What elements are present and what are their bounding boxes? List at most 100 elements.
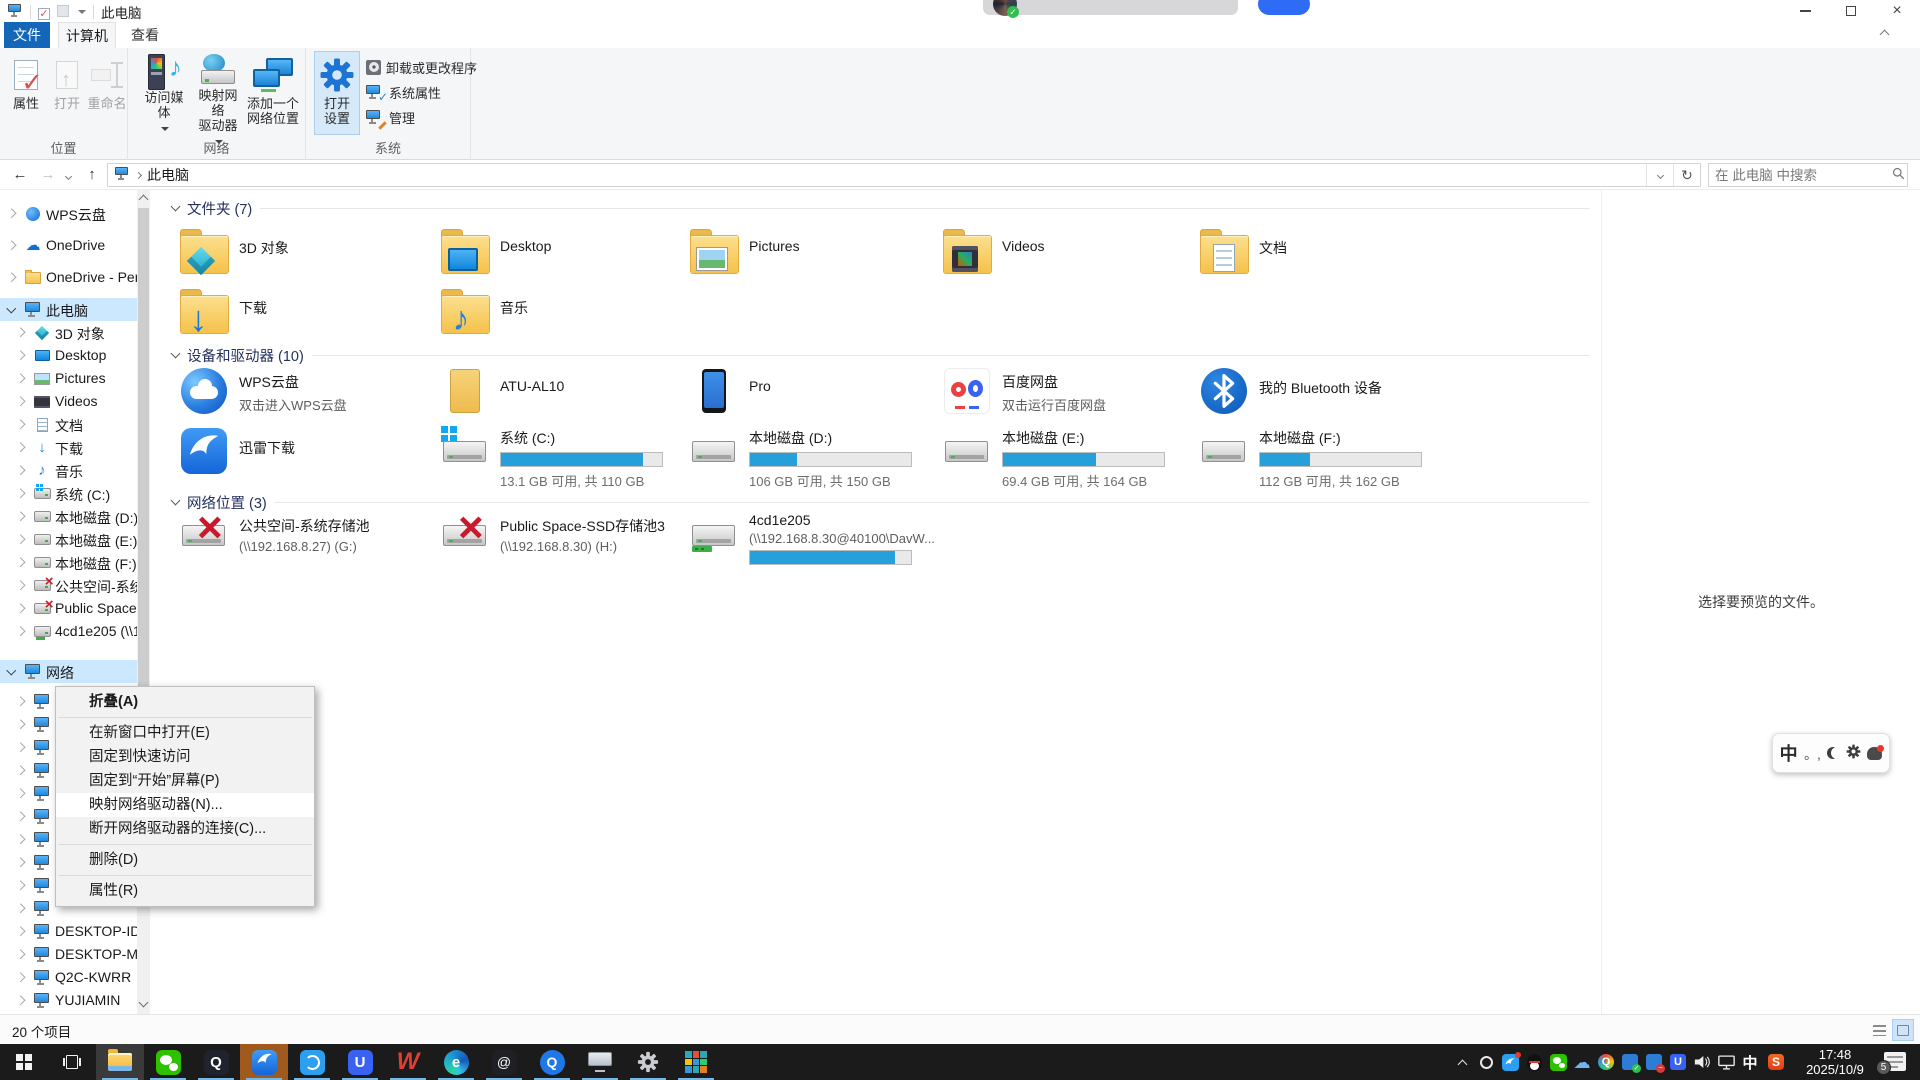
file-tile[interactable]: Pictures xyxy=(689,228,941,282)
context-menu-item[interactable]: 映射网络驱动器(N)... xyxy=(56,793,314,817)
chevron-right-icon[interactable] xyxy=(16,420,25,429)
chevron-right-icon[interactable] xyxy=(16,581,25,590)
scroll-down-icon[interactable] xyxy=(139,998,149,1008)
chevron-right-icon[interactable] xyxy=(16,466,25,475)
tree-item[interactable]: ♪ 音乐 xyxy=(0,459,137,482)
tab-file[interactable]: 文件 xyxy=(4,22,50,48)
tray-sync-ok[interactable]: ✓ xyxy=(1618,1044,1642,1080)
ribbon-small-button-manage[interactable]: 管理 xyxy=(364,106,554,128)
background-window-button[interactable] xyxy=(1258,0,1310,15)
chevron-right-icon[interactable] xyxy=(16,766,25,775)
taskbar-app-file-explorer[interactable] xyxy=(96,1044,144,1080)
ime-language-mode[interactable]: 中 xyxy=(1780,740,1798,766)
task-view-button[interactable] xyxy=(48,1044,96,1080)
scrollbar-thumb[interactable] xyxy=(138,208,149,768)
chevron-right-icon[interactable] xyxy=(16,950,25,959)
chevron-right-icon[interactable] xyxy=(16,374,25,383)
section-header[interactable]: 文件夹 (7) xyxy=(172,198,1590,218)
file-tile[interactable]: WPS云盘双击进入WPS云盘 xyxy=(179,368,431,424)
tree-item[interactable]: 本地磁盘 (D:) xyxy=(0,505,137,528)
chevron-right-icon[interactable] xyxy=(16,558,25,567)
ime-logo-icon[interactable] xyxy=(1867,747,1882,760)
chevron-right-icon[interactable] xyxy=(16,697,25,706)
tree-item[interactable]: Q2C-KWRR xyxy=(0,966,137,989)
tray-uu-tray[interactable]: U xyxy=(1666,1044,1690,1080)
breadcrumb-location[interactable]: 此电脑 xyxy=(147,165,189,185)
file-tile[interactable]: Videos xyxy=(942,228,1194,282)
file-tile[interactable]: 迅雷下载 xyxy=(179,428,431,484)
breadcrumb[interactable]: 此电脑 xyxy=(108,165,189,185)
context-menu-item[interactable]: 固定到“开始”屏幕(P) xyxy=(56,769,314,793)
chevron-right-icon[interactable] xyxy=(16,489,25,498)
section-header[interactable]: 设备和驱动器 (10) xyxy=(172,345,1590,365)
back-button[interactable]: ← xyxy=(8,164,32,186)
address-dropdown-button[interactable] xyxy=(1647,164,1673,186)
section-collapse-icon[interactable] xyxy=(171,349,181,359)
ribbon-button-properties[interactable]: ✓ 属性 xyxy=(6,51,46,135)
customize-toolbar-dropdown-icon[interactable] xyxy=(78,10,86,14)
tree-item[interactable]: DESKTOP-MG xyxy=(0,943,137,966)
chevron-right-icon[interactable] xyxy=(16,328,25,337)
tree-item[interactable]: × 公共空间-系统存 xyxy=(0,574,137,597)
file-tile[interactable]: ×Public Space-SSD存储池3(\\192.168.8.30) (H… xyxy=(440,512,692,576)
chevron-right-icon[interactable] xyxy=(16,351,25,360)
ribbon-button-settings-gear[interactable]: 打开设置 xyxy=(314,51,360,135)
ribbon-collapse-chevron-icon[interactable] xyxy=(1880,30,1890,40)
file-tile[interactable]: 文档 xyxy=(1199,228,1451,282)
chevron-right-icon[interactable] xyxy=(16,397,25,406)
taskbar-app-qq[interactable]: Q xyxy=(192,1044,240,1080)
tree-item[interactable]: Desktop xyxy=(0,344,137,367)
ribbon-button-map-drive[interactable]: 映射网络驱动器 xyxy=(192,51,244,135)
tree-item[interactable]: 本地磁盘 (E:) xyxy=(0,528,137,551)
tab-computer[interactable]: 计算机 xyxy=(58,22,116,48)
file-tile[interactable]: ATU-AL10 xyxy=(440,368,692,424)
context-menu-item[interactable]: 属性(R) xyxy=(56,879,314,903)
tray-onedrive-tray[interactable]: ☁ xyxy=(1570,1044,1594,1080)
tree-item[interactable]: ☁ OneDrive xyxy=(0,234,137,257)
tree-item[interactable]: Pictures xyxy=(0,367,137,390)
ribbon-button-rename[interactable]: 重命名 xyxy=(86,51,128,135)
tree-item[interactable]: YUJIAMIN xyxy=(0,989,137,1012)
tray-sogou[interactable]: S xyxy=(1764,1044,1788,1080)
context-menu-item[interactable]: 断开网络驱动器的连接(C)... xyxy=(56,817,314,841)
ribbon-button-add-network[interactable]: 添加一个网络位置 xyxy=(246,51,300,135)
chevron-right-icon[interactable] xyxy=(16,835,25,844)
up-button[interactable]: ↑ xyxy=(80,164,104,186)
taskbar-app-pixel-app[interactable] xyxy=(672,1044,720,1080)
tree-item[interactable]: × Public Space-S xyxy=(0,597,137,620)
tray-contact-ring[interactable] xyxy=(1474,1044,1498,1080)
tray-bird-notify[interactable] xyxy=(1498,1044,1522,1080)
taskbar-app-remote-desktop[interactable] xyxy=(576,1044,624,1080)
tree-item[interactable]: 4cd1e205 (\\1 xyxy=(0,620,137,643)
tree-item[interactable]: ↓ 下载 xyxy=(0,436,137,459)
file-tile[interactable]: 3D 对象 xyxy=(179,228,431,282)
properties-quick-icon[interactable]: ✓ xyxy=(38,5,50,20)
chevron-right-icon[interactable] xyxy=(16,812,25,821)
chevron-right-icon[interactable] xyxy=(16,743,25,752)
context-menu-item[interactable]: 折叠(A) xyxy=(56,690,314,714)
context-menu-item[interactable]: 删除(D) xyxy=(56,848,314,872)
chevron-down-icon[interactable] xyxy=(7,666,16,675)
maximize-button[interactable] xyxy=(1828,0,1874,22)
file-tile[interactable]: 本地磁盘 (F:)112 GB 可用, 共 162 GB xyxy=(1199,428,1451,484)
address-bar[interactable]: 此电脑 ↻ xyxy=(107,163,1701,187)
chevron-right-icon[interactable] xyxy=(16,443,25,452)
chevron-right-icon[interactable] xyxy=(16,627,25,636)
chevron-down-icon[interactable] xyxy=(7,304,16,313)
section-collapse-icon[interactable] xyxy=(171,202,181,212)
tray-volume[interactable] xyxy=(1690,1044,1714,1080)
search-input[interactable] xyxy=(1715,168,1892,183)
chevron-right-icon[interactable] xyxy=(7,273,16,282)
recent-locations-dropdown[interactable] xyxy=(60,164,76,186)
tray-network-tray[interactable] xyxy=(1714,1044,1738,1080)
ime-punctuation-toggle[interactable]: 。, xyxy=(1804,744,1821,763)
section-collapse-icon[interactable] xyxy=(171,496,181,506)
tray-q-colorful[interactable]: Q xyxy=(1594,1044,1618,1080)
taskbar-app-uu[interactable]: U xyxy=(336,1044,384,1080)
tray-hidden-icons-chevron[interactable] xyxy=(1450,1044,1474,1080)
tray-wechat-tray[interactable] xyxy=(1546,1044,1570,1080)
taskbar-app-dev-dark[interactable]: @ xyxy=(480,1044,528,1080)
chevron-right-icon[interactable] xyxy=(16,535,25,544)
close-button[interactable]: × xyxy=(1874,0,1920,22)
file-tile[interactable]: Pro xyxy=(689,368,941,424)
